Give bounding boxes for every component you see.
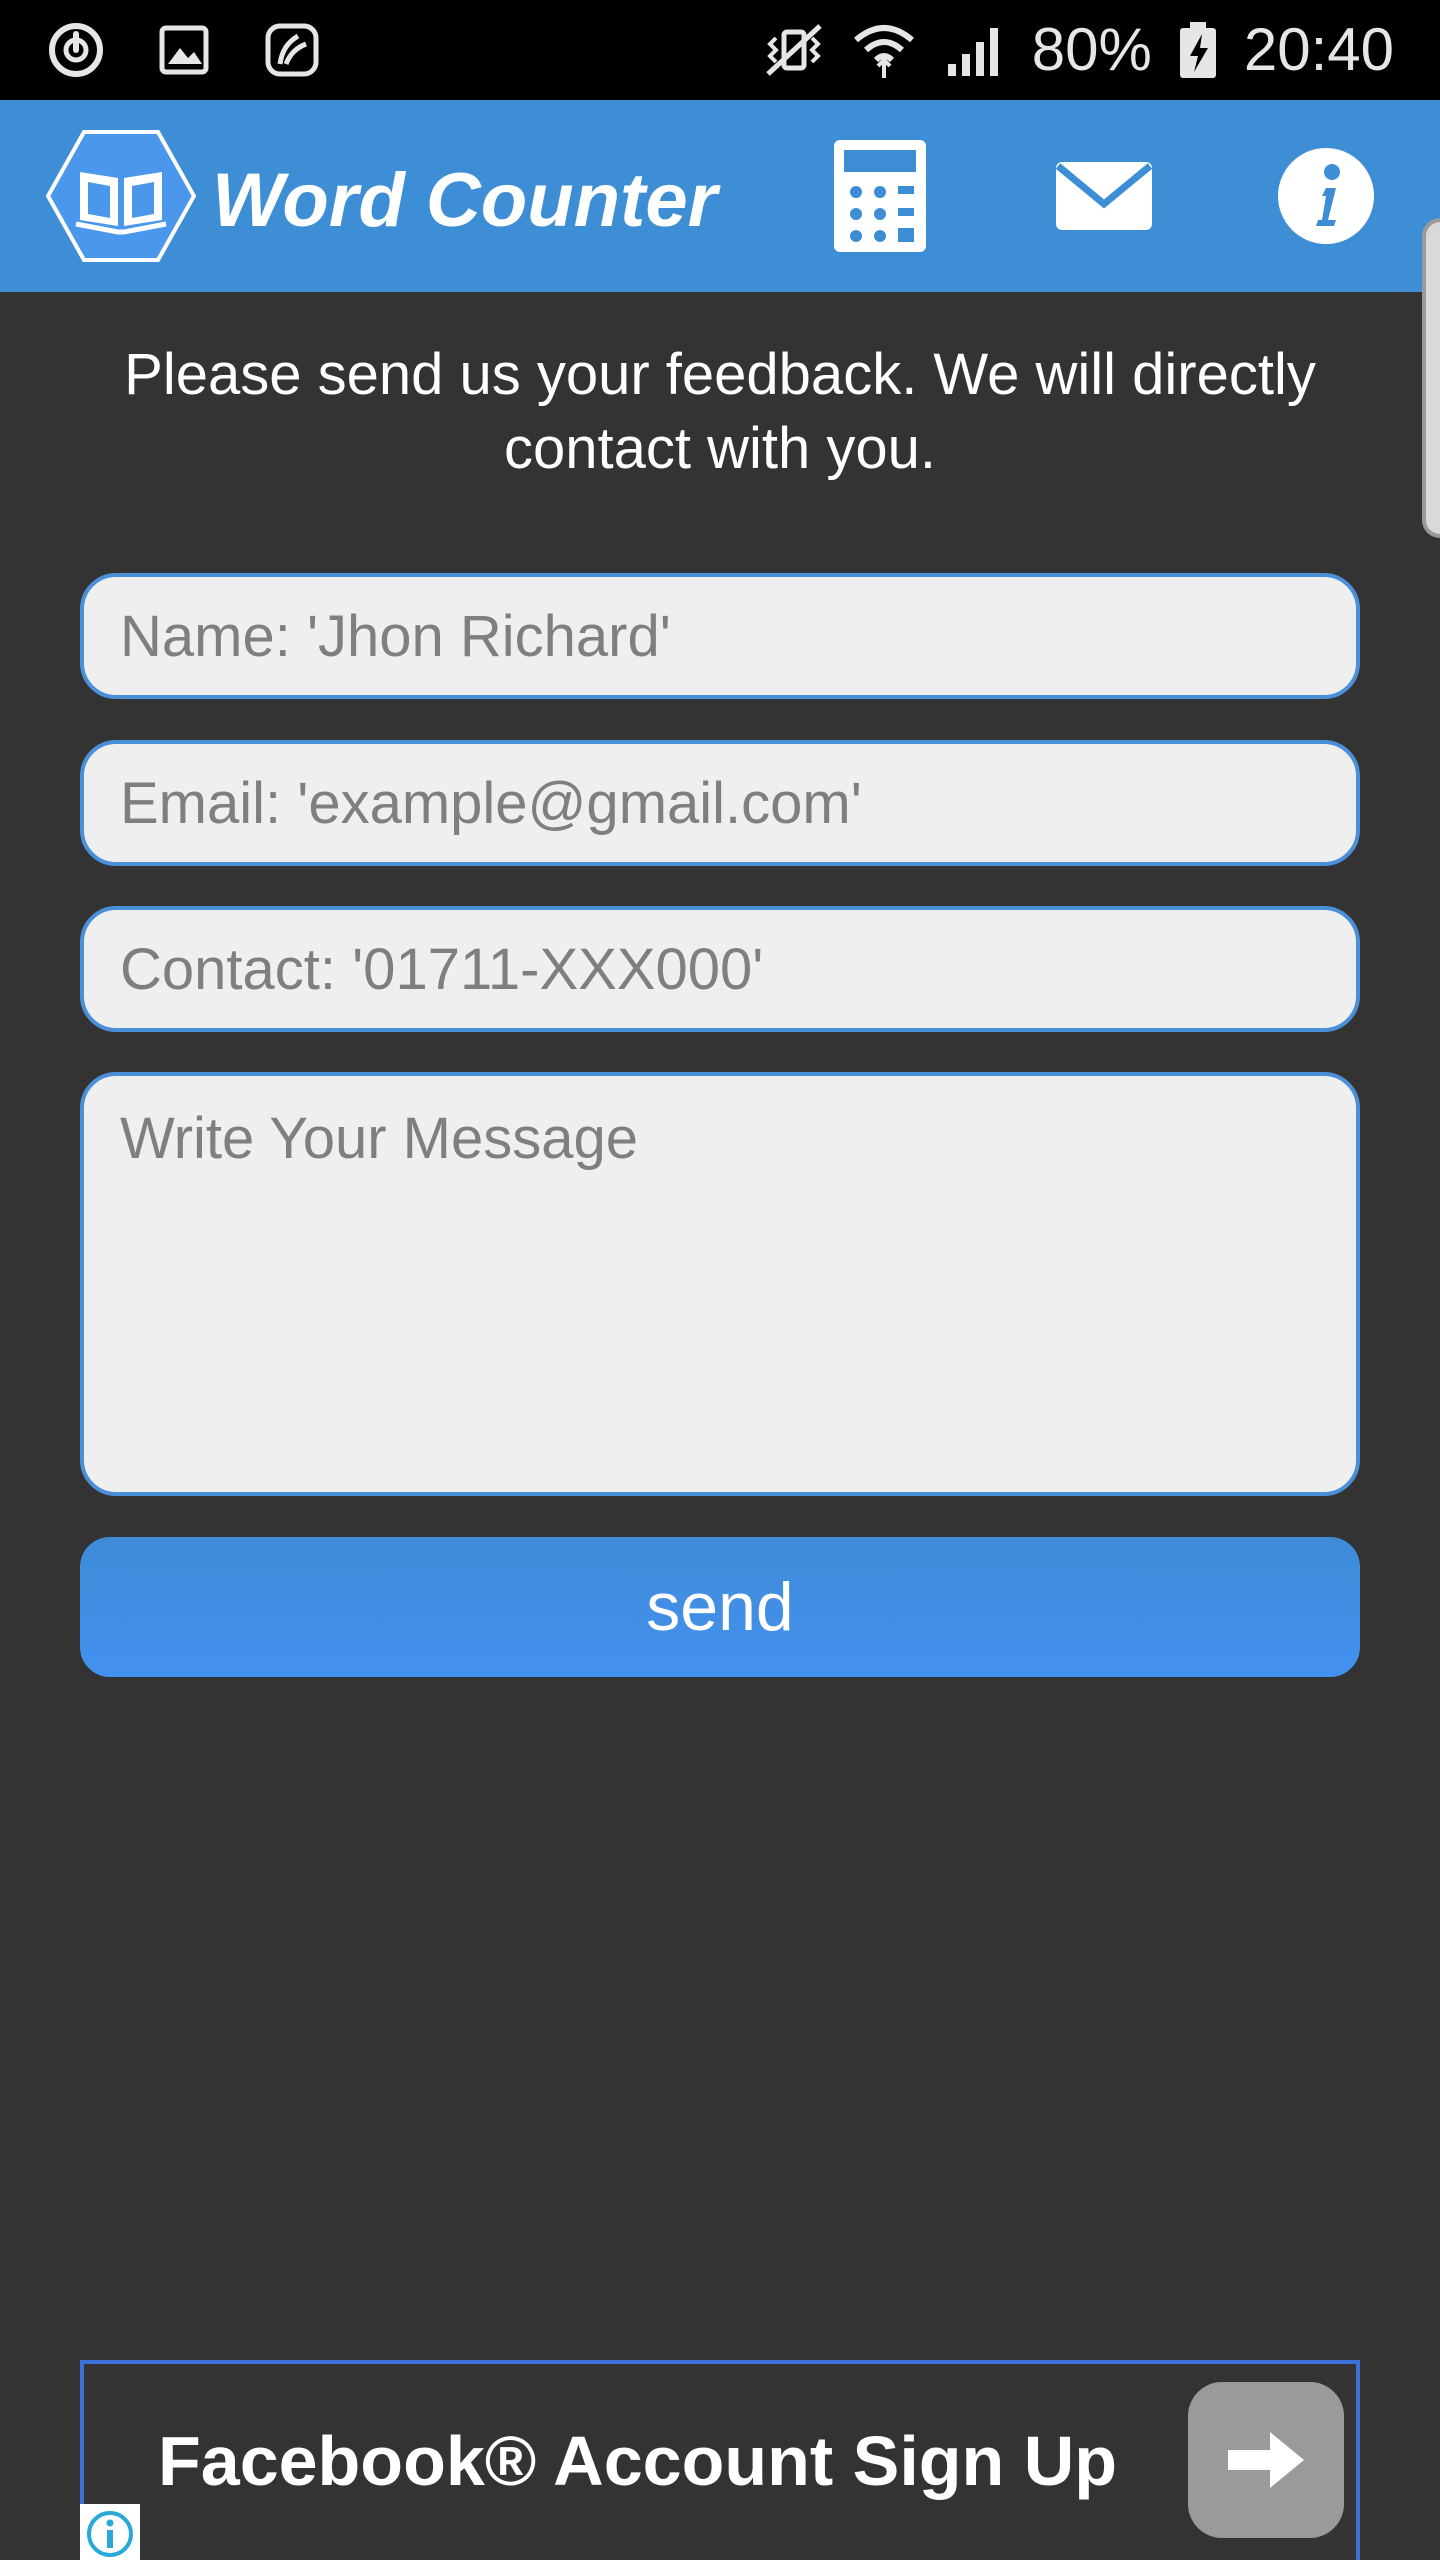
wifi-icon [853, 25, 914, 78]
status-left-icons [46, 20, 322, 80]
app-notification-icon [265, 23, 319, 77]
calculator-icon [834, 140, 926, 252]
status-bar: 80% 20:40 [0, 0, 1440, 100]
clock: 20:40 [1243, 16, 1394, 83]
battery-percent: 80% [1031, 16, 1152, 83]
email-input[interactable] [80, 740, 1360, 866]
app-title: Word Counter [212, 158, 718, 243]
mail-icon [1055, 162, 1153, 230]
ad-info-icon [87, 2511, 133, 2557]
power-sync-icon [49, 23, 103, 77]
mail-button[interactable] [1044, 136, 1164, 256]
book-hex-icon [46, 130, 196, 262]
app-bar: Word Counter [0, 100, 1440, 292]
name-input[interactable] [80, 573, 1360, 699]
ad-text: Facebook® Account Sign Up [158, 2422, 1118, 2500]
message-input[interactable] [80, 1072, 1360, 1496]
ad-banner[interactable]: Facebook® Account Sign Up [80, 2360, 1360, 2560]
send-button[interactable]: send [80, 1537, 1360, 1677]
gallery-icon [159, 25, 209, 75]
ad-arrow-button[interactable] [1188, 2382, 1344, 2538]
screen: 80% 20:40 Word Counter Please send us yo… [0, 0, 1440, 2560]
signal-icon [947, 28, 998, 76]
vibrate-icon [766, 24, 822, 76]
ad-info-button[interactable] [80, 2504, 140, 2560]
status-right-icons: 80% 20:40 [762, 14, 1394, 86]
battery-charging-icon [1179, 22, 1216, 78]
arrow-right-icon [1228, 2432, 1304, 2488]
calculator-button[interactable] [820, 136, 940, 256]
side-drawer-handle[interactable] [1422, 218, 1440, 538]
contact-input[interactable] [80, 906, 1360, 1032]
info-button[interactable] [1266, 136, 1386, 256]
info-icon [1278, 148, 1374, 244]
feedback-intro: Please send us your feedback. We will di… [124, 342, 1316, 481]
